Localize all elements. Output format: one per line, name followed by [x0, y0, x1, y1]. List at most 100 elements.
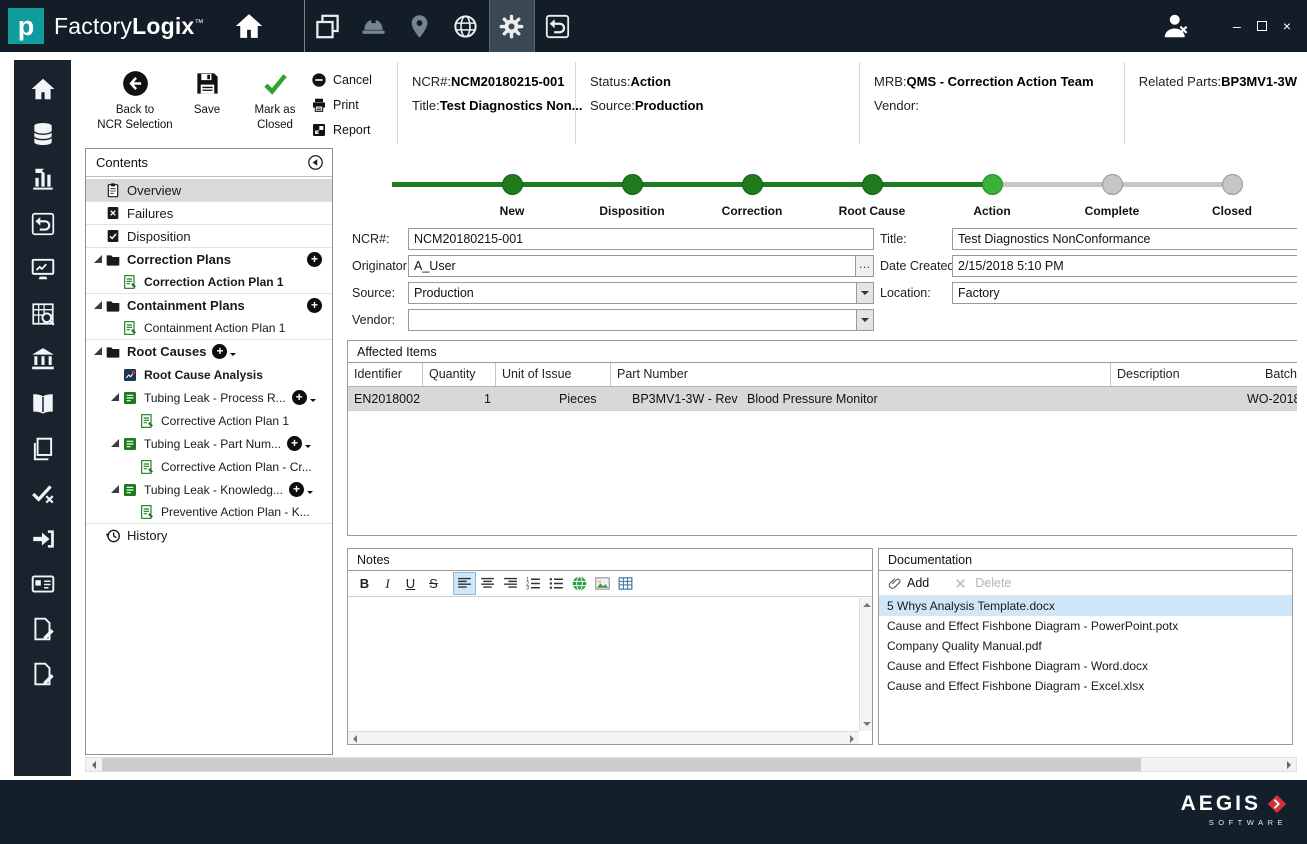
expander-icon[interactable]	[109, 483, 122, 496]
date-created-input[interactable]	[952, 255, 1297, 277]
dropdown-arrow-icon[interactable]	[856, 283, 873, 303]
sidebar-item-history[interactable]	[14, 209, 71, 239]
back-to-ncr-selection-button[interactable]: Back to NCR Selection	[97, 62, 173, 144]
sidebar-item-home[interactable]	[14, 74, 71, 104]
column-header[interactable]: Identifier	[348, 363, 423, 386]
add-document-button[interactable]: Add	[907, 576, 929, 590]
save-button[interactable]: Save	[173, 62, 241, 144]
user-logout-icon[interactable]	[1161, 11, 1191, 41]
table-row[interactable]: EN2018002 1 Pieces BP3MV1-3W - Rev 1 Blo…	[348, 387, 1297, 411]
format-button-bold[interactable]: B	[354, 573, 375, 594]
menu-arrow-icon[interactable]	[304, 445, 311, 451]
topnav-web[interactable]	[443, 0, 489, 52]
tree-item[interactable]: Tubing Leak - Knowledg... + +	[86, 478, 332, 501]
tree-item[interactable]: Preventive Action Plan - K... + +	[86, 501, 332, 524]
add-button[interactable]: +	[288, 482, 304, 497]
home-icon[interactable]	[234, 11, 264, 41]
tree-item[interactable]: Corrective Action Plan - Cr... + +	[86, 455, 332, 478]
dropdown-arrow-icon[interactable]	[856, 310, 873, 330]
scroll-right-icon[interactable]	[1281, 758, 1296, 771]
document-file-item[interactable]: Company Quality Manual.pdf	[879, 636, 1292, 656]
tree-item[interactable]: Tubing Leak - Part Num... + +	[86, 432, 332, 455]
expander-icon[interactable]	[109, 437, 122, 450]
add-button[interactable]: +	[307, 298, 322, 313]
topnav-revert[interactable]	[535, 0, 581, 52]
align-left-icon[interactable]	[453, 572, 476, 595]
document-file-item[interactable]: Cause and Effect Fishbone Diagram - Word…	[879, 656, 1292, 676]
sidebar-item-monitor[interactable]	[14, 254, 71, 284]
add-button[interactable]: +	[286, 436, 302, 451]
align-center-icon[interactable]	[477, 573, 498, 594]
tree-item[interactable]: Containment Action Plan 1 + +	[86, 317, 332, 340]
expander-icon[interactable]	[109, 391, 122, 404]
title-input[interactable]	[952, 228, 1297, 250]
format-button-strikethrough[interactable]: S	[423, 573, 444, 594]
bullet-list-icon[interactable]	[546, 573, 567, 594]
scroll-up-icon[interactable]	[860, 598, 873, 611]
scroll-left-icon[interactable]	[348, 732, 361, 745]
menu-arrow-icon[interactable]	[309, 399, 316, 405]
format-button-italic[interactable]: I	[377, 573, 398, 594]
format-button-underline[interactable]: U	[400, 573, 421, 594]
add-button[interactable]: +	[212, 344, 228, 359]
document-file-item[interactable]: Cause and Effect Fishbone Diagram - Exce…	[879, 676, 1292, 696]
tree-item[interactable]: Overview + +	[86, 179, 332, 202]
add-button[interactable]: +	[307, 252, 322, 267]
tree-item[interactable]: Correction Plans + +	[86, 248, 332, 271]
scrollbar-thumb[interactable]	[102, 758, 1141, 771]
browse-button[interactable]: …	[855, 256, 873, 276]
numbered-list-icon[interactable]: 123	[523, 573, 544, 594]
originator-field[interactable]: A_User …	[408, 255, 874, 277]
mark-as-closed-button[interactable]: Mark as Closed	[241, 62, 309, 144]
sidebar-item-notes-a[interactable]	[14, 614, 71, 644]
topnav-settings[interactable]	[488, 0, 535, 52]
tree-item[interactable]: Root Cause Analysis + +	[86, 363, 332, 386]
image-icon[interactable]	[592, 573, 613, 594]
minimize-button[interactable]: –	[1233, 19, 1241, 33]
sidebar-item-transfer[interactable]	[14, 524, 71, 554]
tree-item[interactable]: Failures + +	[86, 202, 332, 225]
expander-icon[interactable]	[92, 345, 105, 358]
sidebar-item-library[interactable]	[14, 389, 71, 419]
sidebar-item-data[interactable]	[14, 119, 71, 149]
document-file-item[interactable]: Cause and Effect Fishbone Diagram - Powe…	[879, 616, 1292, 636]
collapse-panel-icon[interactable]	[307, 154, 324, 171]
column-header[interactable]: Batch	[1259, 363, 1297, 386]
sidebar-item-quality[interactable]	[14, 479, 71, 509]
tree-item[interactable]: Correction Action Plan 1 + +	[86, 271, 332, 294]
cancel-button[interactable]: Cancel	[311, 70, 387, 90]
delete-document-button[interactable]: Delete	[975, 576, 1011, 590]
expander-icon[interactable]	[92, 299, 105, 312]
column-header[interactable]: Description	[1111, 363, 1259, 386]
sidebar-item-lookup[interactable]	[14, 299, 71, 329]
sidebar-item-notes-b[interactable]	[14, 659, 71, 689]
tree-item[interactable]: Disposition + +	[86, 225, 332, 248]
scroll-down-icon[interactable]	[860, 718, 873, 731]
notes-editor[interactable]	[348, 598, 859, 731]
align-right-icon[interactable]	[500, 573, 521, 594]
tree-item[interactable]: History + +	[86, 524, 332, 547]
print-button[interactable]: Print	[311, 95, 387, 115]
document-file-item[interactable]: 5 Whys Analysis Template.docx	[879, 596, 1292, 616]
sidebar-item-badge[interactable]	[14, 569, 71, 599]
report-button[interactable]: Report	[311, 120, 387, 140]
topnav-copy[interactable]	[305, 0, 351, 52]
main-horizontal-scrollbar[interactable]	[85, 757, 1297, 772]
column-header[interactable]: Part Number	[611, 363, 1111, 386]
topnav-locations[interactable]	[397, 0, 443, 52]
sidebar-item-documents[interactable]	[14, 434, 71, 464]
vendor-select[interactable]	[408, 309, 874, 331]
ncr-number-input[interactable]	[408, 228, 874, 250]
sidebar-item-reports[interactable]	[14, 164, 71, 194]
globe-green-icon[interactable]	[569, 573, 590, 594]
tree-item[interactable]: Root Causes + +	[86, 340, 332, 363]
expander-icon[interactable]	[92, 253, 105, 266]
location-input[interactable]	[952, 282, 1297, 304]
notes-vertical-scrollbar[interactable]	[859, 598, 872, 731]
source-select[interactable]: Production	[408, 282, 874, 304]
topnav-production[interactable]	[351, 0, 397, 52]
add-button[interactable]: +	[291, 390, 307, 405]
menu-arrow-icon[interactable]	[306, 491, 313, 497]
scroll-left-icon[interactable]	[86, 758, 101, 771]
tree-item[interactable]: Corrective Action Plan 1 + +	[86, 409, 332, 432]
